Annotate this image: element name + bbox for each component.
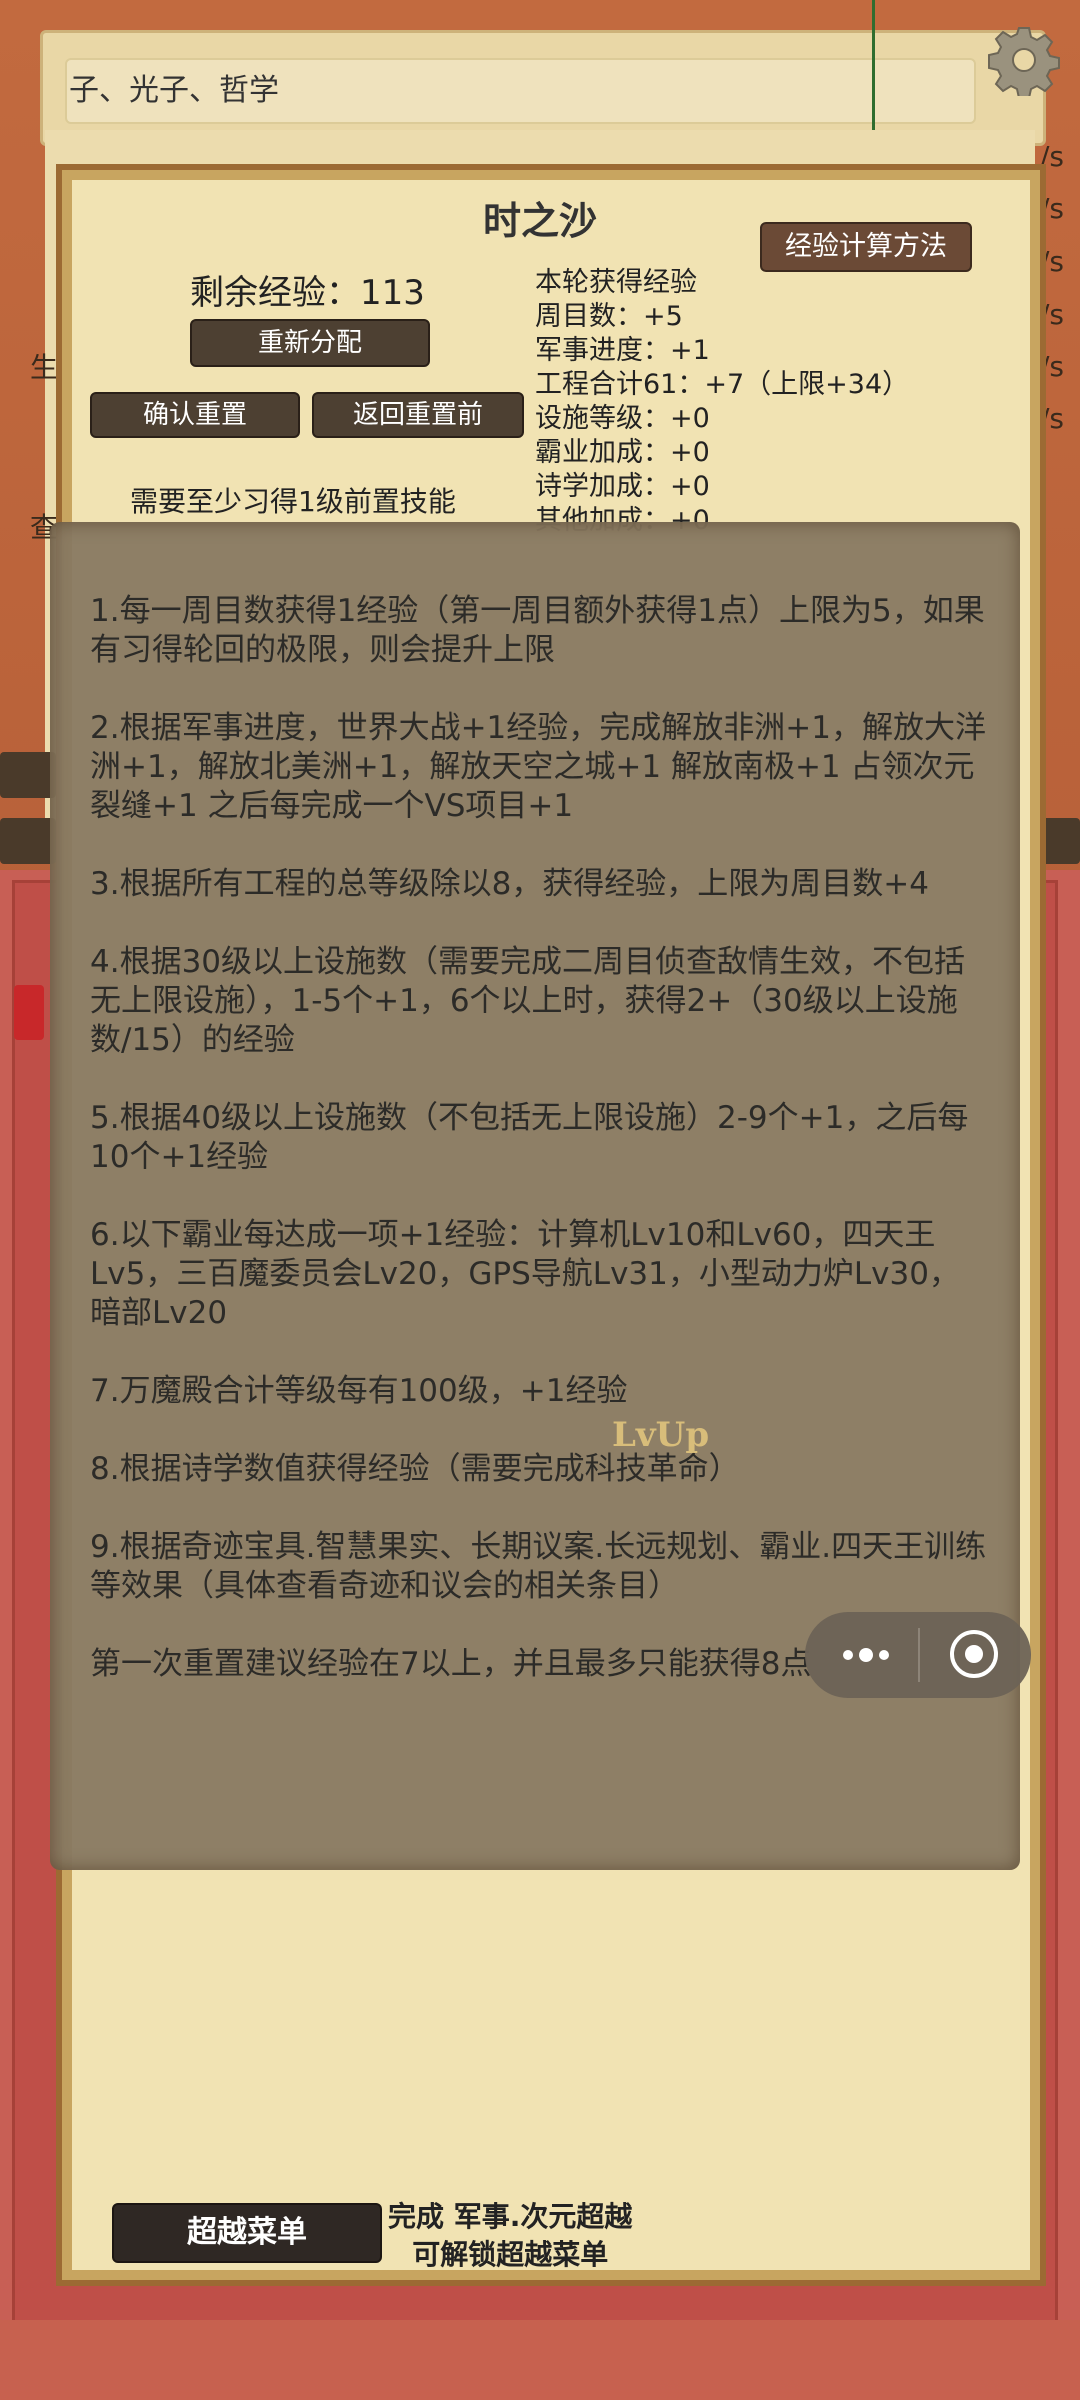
rule-item: 7.万魔殿合计等级每有100级，+1经验 xyxy=(90,1373,628,1409)
back-before-reset-button[interactable]: 返回重置前 xyxy=(312,392,524,438)
rule-item: 4.根据30级以上设施数（需要完成二周目侦查敌情生效，不包括无上限设施），1-5… xyxy=(90,944,966,1058)
capsule-divider xyxy=(918,1628,920,1682)
exp-breakdown: 本轮获得经验 周目数：+5 军事进度：+1 工程合计61：+7（上限+34） 设… xyxy=(535,266,909,538)
exp-rules-list: 1.每一周目数获得1经验（第一周目额外获得1点）上限为5，如果有习得轮回的极限，… xyxy=(90,592,990,1723)
side-tab[interactable] xyxy=(0,752,56,798)
edge-text: /s xyxy=(1040,298,1065,331)
red-marker xyxy=(14,985,44,1040)
lvup-watermark: LvUp xyxy=(612,1415,710,1455)
rule-item: 1.每一周目数获得1经验（第一周目额外获得1点）上限为5，如果有习得轮回的极限，… xyxy=(90,593,985,668)
breakdown-line: 设施等级：+0 xyxy=(535,403,710,434)
rule-item: 6.以下霸业每达成一项+1经验：计算机Lv10和Lv60，四天王Lv5，三百魔委… xyxy=(90,1217,960,1331)
reassign-button[interactable]: 重新分配 xyxy=(190,319,430,367)
edge-text: /s xyxy=(1040,402,1065,435)
rule-item: 5.根据40级以上设施数（不包括无上限设施）2-9个+1，之后每10个+1经验 xyxy=(90,1100,969,1175)
edge-text: /s xyxy=(1040,245,1065,278)
prerequisite-text: 需要至少习得1级前置技能 xyxy=(130,485,456,518)
rule-item: 2.根据军事进度，世界大战+1经验，完成解放非洲+1，解放大洋洲+1，解放北美洲… xyxy=(90,710,986,824)
breakdown-line: 诗学加成：+0 xyxy=(535,471,710,502)
edge-text: 生 xyxy=(30,351,59,384)
ticker-text: 子、光子、哲学 xyxy=(69,73,279,108)
unlock-note-line: 完成 军事.次元超越 xyxy=(388,2200,633,2233)
green-divider-line xyxy=(872,0,875,130)
edge-text: /s xyxy=(1040,350,1065,383)
more-icon[interactable] xyxy=(838,1640,894,1670)
confirm-reset-button[interactable]: 确认重置 xyxy=(90,392,300,438)
breakdown-line: 霸业加成：+0 xyxy=(535,437,710,468)
breakdown-line: 周目数：+5 xyxy=(535,301,683,332)
transcend-menu-button[interactable]: 超越菜单 xyxy=(112,2203,382,2263)
side-tab[interactable] xyxy=(0,818,56,864)
bottom-strip xyxy=(0,2320,1080,2400)
gear-icon[interactable] xyxy=(988,24,1060,99)
breakdown-line: 军事进度：+1 xyxy=(535,335,710,366)
remaining-exp: 剩余经验：113 xyxy=(190,273,425,313)
rule-item: 8.根据诗学数值获得经验（需要完成科技革命） xyxy=(90,1451,740,1487)
ticker-bar: 子、光子、哲学 xyxy=(65,58,976,124)
breakdown-line: 工程合计61：+7（上限+34） xyxy=(535,369,910,400)
edge-text: /s xyxy=(1040,140,1065,173)
rule-item: 3.根据所有工程的总等级除以8，获得经验，上限为周目数+4 xyxy=(90,866,929,902)
close-circle-icon[interactable] xyxy=(948,1628,1000,1680)
unlock-note-line: 可解锁超越菜单 xyxy=(412,2238,609,2271)
rule-item: 9.根据奇迹宝具.智慧果实、长期议案.长远规划、霸业.四天王训练等效果（具体查看… xyxy=(90,1529,987,1604)
unlock-note: 完成 军事.次元超越 可解锁超越菜单 xyxy=(388,2198,632,2274)
breakdown-header: 本轮获得经验 xyxy=(535,267,697,298)
exp-calc-method-button[interactable]: 经验计算方法 xyxy=(760,222,972,272)
